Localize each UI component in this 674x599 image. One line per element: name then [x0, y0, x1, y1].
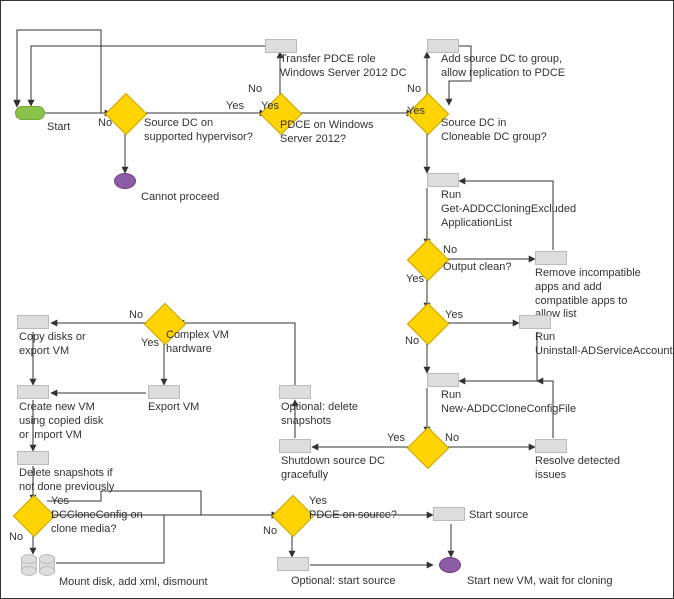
edge-no-4: No: [443, 244, 457, 256]
edge-no-2: No: [248, 83, 262, 95]
start-node: [15, 106, 45, 120]
step-create-vm: [17, 385, 49, 399]
terminal-cannot-proceed: [114, 173, 136, 189]
datastore-mount-disk-2: [39, 557, 55, 573]
edge-yes-6: Yes: [387, 432, 405, 444]
step-export-vm: [148, 385, 180, 399]
edge-no-5: No: [405, 335, 419, 347]
step-shutdown-label: Shutdown source DC gracefully: [281, 455, 385, 483]
edge-yes-9: Yes: [309, 495, 327, 507]
step-mount-disk-label: Mount disk, add xml, dismount: [59, 576, 208, 590]
step-delete-snapshots-label: Delete snapshots if not done previously: [19, 467, 114, 495]
edge-no-6: No: [445, 432, 459, 444]
step-start-source: [433, 507, 465, 521]
step-run-excluded: [427, 173, 459, 187]
edge-yes: Yes: [226, 100, 244, 112]
step-delete-snapshots: [17, 451, 49, 465]
step-optional-start-source: [277, 557, 309, 571]
step-remove-apps: [535, 251, 567, 265]
step-uninstall-sa: [519, 315, 551, 329]
decision-in-group-label: Source DC in Cloneable DC group?: [441, 117, 547, 145]
edge-no-7: No: [129, 309, 143, 321]
step-transfer-pdce-label: Transfer PDCE role Windows Server 2012 D…: [280, 53, 407, 81]
edge-no-9: No: [263, 525, 277, 537]
edge-no-3: No: [407, 83, 421, 95]
decision-pdce-2012-label: PDCE on Windows Server 2012?: [280, 119, 374, 147]
decision-output-clean-label: Output clean?: [443, 261, 512, 275]
edge-yes-5: Yes: [445, 309, 463, 321]
terminal-start-new-vm: [439, 557, 461, 573]
step-optional-snapshots: [279, 385, 311, 399]
edge-yes-3: Yes: [407, 105, 425, 117]
decision-config-ok: [407, 427, 449, 469]
step-shutdown: [279, 439, 311, 453]
step-uninstall-sa-label: Run Uninstall-ADServiceAccount: [535, 331, 673, 359]
step-remove-apps-label: Remove incompatible apps and add compati…: [535, 267, 641, 322]
step-export-vm-label: Export VM: [148, 401, 199, 415]
start-label: Start: [47, 121, 70, 135]
decision-complex-hw-label: Complex VM hardware: [166, 329, 229, 357]
edge-yes-2: Yes: [261, 100, 279, 112]
step-new-config: [427, 373, 459, 387]
edge-yes-7: Yes: [141, 337, 159, 349]
step-optional-start-source-label: Optional: start source: [291, 575, 396, 589]
edge-yes-8: Yes: [51, 495, 69, 507]
edge-yes-4: Yes: [406, 273, 424, 285]
decision-dccloneconfig-label: DCCloneConfig on clone media?: [51, 509, 143, 537]
terminal-cannot-proceed-label: Cannot proceed: [141, 191, 219, 205]
decision-hypervisor-label: Source DC on supported hypervisor?: [144, 117, 253, 145]
edge-no: No: [98, 117, 112, 129]
edge-no-8: No: [9, 531, 23, 543]
step-add-to-group-label: Add source DC to group, allow replicatio…: [441, 53, 565, 81]
decision-pdce-on-source: [272, 495, 314, 537]
decision-pdce-on-source-label: PDCE on source?: [309, 509, 397, 523]
step-optional-snapshots-label: Optional: delete snapshots: [281, 401, 358, 429]
step-transfer-pdce: [265, 39, 297, 53]
step-run-excluded-label: Run Get-ADDCCloningExcluded ApplicationL…: [441, 189, 576, 230]
step-new-config-label: Run New-ADDCCloneConfigFile: [441, 389, 576, 417]
step-resolve-issues: [535, 439, 567, 453]
step-resolve-issues-label: Resolve detected issues: [535, 455, 620, 483]
step-create-vm-label: Create new VM using copied disk or impor…: [19, 401, 103, 442]
step-start-source-label: Start source: [469, 509, 528, 523]
terminal-start-new-vm-label: Start new VM, wait for cloning: [467, 575, 613, 589]
step-add-to-group: [427, 39, 459, 53]
datastore-mount-disk-1: [21, 557, 37, 573]
step-copy-disks: [17, 315, 49, 329]
flowchart-canvas: Start Source DC on supported hypervisor?…: [0, 0, 674, 599]
step-copy-disks-label: Copy disks or export VM: [19, 331, 86, 359]
